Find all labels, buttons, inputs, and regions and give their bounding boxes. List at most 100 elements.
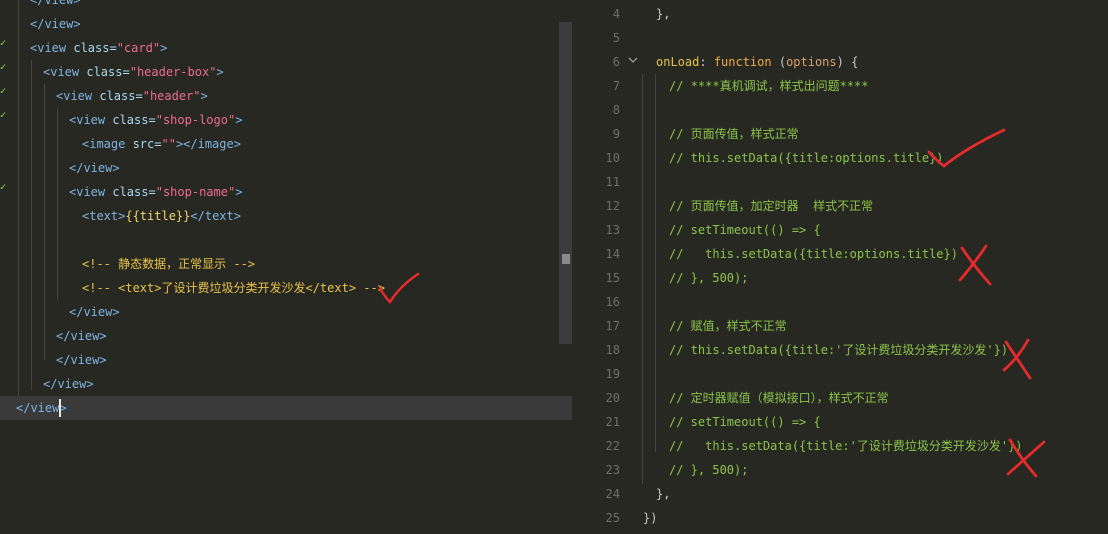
vertical-scrollbar[interactable] [559,22,572,344]
fold-check-icon[interactable]: ✓ [0,110,10,121]
code-token: </view> [30,17,81,31]
code-token: ></image> [175,137,241,151]
code-line[interactable]: 17 // 赋值，样式不正常 [572,314,1108,338]
code-token: class= [99,89,143,103]
code-token: onLoad [656,55,700,69]
code-line[interactable]: <view class="shop-name"> [0,180,572,204]
code-token: </view> [56,353,107,367]
code-token: // 页面传值，加定时器 样式不正常 [669,199,874,213]
code-text: <!-- 静态数据，正常显示 --> [82,252,255,276]
code-line[interactable]: <view class="card"> [0,36,572,60]
code-text: // ****真机调试，样式出问题**** [669,74,868,98]
line-number: 4 [612,7,620,21]
code-line[interactable]: 21 // setTimeout(() => { [572,410,1108,434]
line-number: 18 [605,343,620,357]
code-token: class= [86,65,130,79]
code-line[interactable]: <text>{{title}}</text> [0,204,572,228]
code-text: </view> [69,156,120,180]
code-line[interactable]: <image src=""></image> [0,132,572,156]
code-token: // setTimeout(() => { [669,223,821,237]
code-line[interactable]: </view> [0,372,572,396]
code-token: ( [771,55,787,69]
scrollbar-thumb[interactable] [562,254,570,264]
code-token: "header-box" [129,65,217,79]
code-line[interactable]: 6 onLoad: function (options) { [572,50,1108,74]
line-number: 14 [605,247,620,261]
code-text: </view> [43,372,94,396]
red-x-mark-icon [1006,438,1046,478]
code-line[interactable]: <view class="shop-logo"> [0,108,572,132]
code-text: <view class="shop-logo"> [69,108,242,132]
code-line[interactable]: 15 // }, 500); [572,266,1108,290]
code-line[interactable]: <view class="header"> [0,84,572,108]
code-line[interactable]: </view> [0,348,572,372]
code-token: // this.setData({title:'了设计费垃圾分类开发沙发'}) [669,343,1009,357]
code-token: <image [82,137,133,151]
code-line[interactable]: 25}) [572,506,1108,530]
code-line[interactable]: 20 // 定时器赋值（模拟接口），样式不正常 [572,386,1108,410]
line-number: 11 [605,175,620,189]
code-token: : [699,55,714,69]
fold-check-icon[interactable]: ✓ [0,86,10,97]
code-token: "card" [116,41,161,55]
code-line[interactable]: </view> [0,0,572,12]
code-line[interactable]: 10 // this.setData({title:options.title}) [572,146,1108,170]
code-token: > [235,113,243,127]
code-token: // this.setData({title:options.title}) [669,151,944,165]
code-text: // this.setData({title:'了设计费垃圾分类开发沙发'}) [669,434,1023,458]
left-editor-pane[interactable]: </view> </view> <view class="card"> <view c… [0,0,572,534]
code-line[interactable]: </view> [0,324,572,348]
code-token: // 赋值，样式不正常 [669,319,787,333]
code-line[interactable]: </view> [0,300,572,324]
code-line[interactable]: 7 // ****真机调试，样式出问题**** [572,74,1108,98]
code-token: "shop-name" [155,185,236,199]
line-number: 12 [605,199,620,213]
fold-chevron-icon[interactable] [628,57,638,65]
code-text: // 页面传值，样式正常 [669,122,799,146]
line-number: 6 [612,55,620,69]
line-number: 7 [612,79,620,93]
code-text: </view> [69,300,120,324]
line-number: 9 [612,127,620,141]
fold-check-icon[interactable]: ✓ [0,38,10,49]
code-token: }, [656,7,671,21]
code-line[interactable]: 14 // this.setData({title:options.title}) [572,242,1108,266]
line-number: 20 [605,391,620,405]
code-line[interactable]: </view> [0,12,572,36]
code-token: </view> [30,0,81,7]
code-line[interactable]: 5 [572,26,1108,50]
code-text: // this.setData({title:'了设计费垃圾分类开发沙发'}) [669,338,1008,362]
code-token: // 页面传值，样式正常 [669,127,799,141]
code-text: // 页面传值，加定时器 样式不正常 [669,194,873,218]
fold-check-icon[interactable]: ✓ [0,62,10,73]
code-line[interactable]: <!-- <text>了设计费垃圾分类开发沙发</text> --> [0,276,572,300]
line-number: 16 [605,295,620,309]
code-line[interactable]: 16 [572,290,1108,314]
line-number: 21 [605,415,620,429]
code-token: <view [43,65,87,79]
code-line[interactable]: 13 // setTimeout(() => { [572,218,1108,242]
code-text: <view class="card"> [30,36,167,60]
code-line[interactable]: 9 // 页面传值，样式正常 [572,122,1108,146]
code-text: <view class="header-box"> [43,60,224,84]
code-line[interactable]: <view class="header-box"> [0,60,572,84]
code-token: class= [112,113,156,127]
code-line[interactable]: 4}, [572,2,1108,26]
code-line[interactable]: </view> [0,396,572,420]
code-text: </view> [30,0,81,12]
code-token: </text> [190,209,241,223]
code-token: > [200,89,208,103]
code-line[interactable]: 12 // 页面传值，加定时器 样式不正常 [572,194,1108,218]
code-line[interactable]: <!-- 静态数据，正常显示 --> [0,252,572,276]
code-line[interactable] [0,228,572,252]
code-line[interactable]: </view> [0,156,572,180]
code-text: onLoad: function (options) { [656,50,858,74]
code-token: </view> [69,305,120,319]
line-number: 5 [612,31,620,45]
code-line[interactable]: 24}, [572,482,1108,506]
code-line[interactable]: 11 [572,170,1108,194]
code-line[interactable]: 8 [572,98,1108,122]
code-token: // this.setData({title:options.title}) [669,247,958,261]
fold-check-icon[interactable]: ✓ [0,182,10,193]
code-text: </view> [56,324,107,348]
